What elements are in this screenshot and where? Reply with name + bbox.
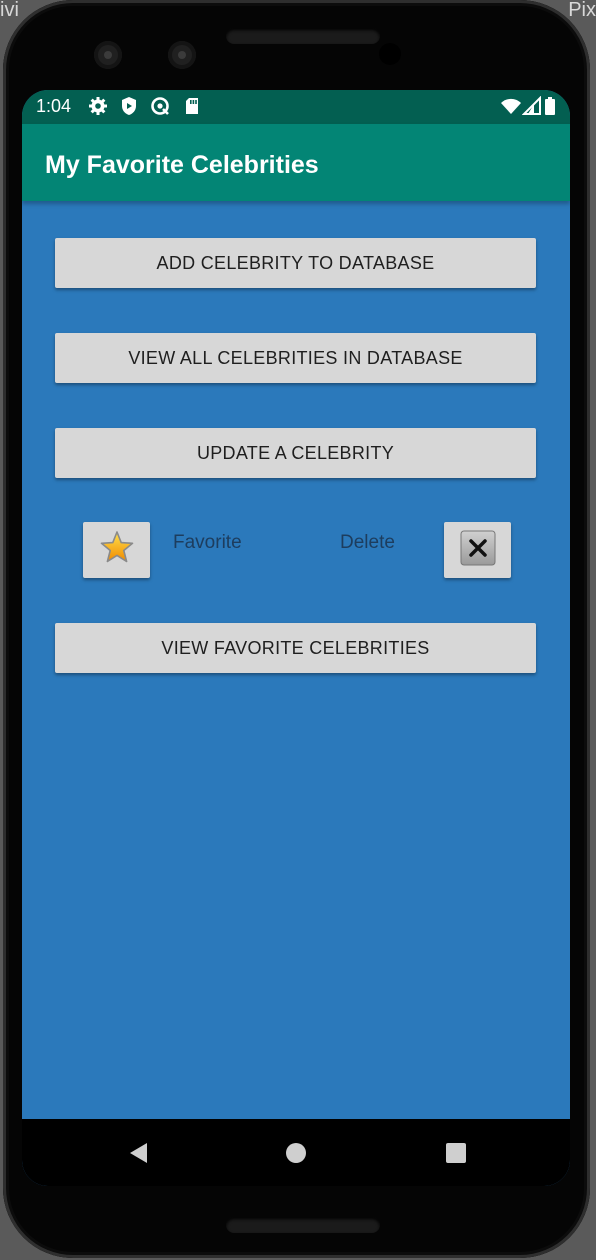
proximity-sensor: [379, 43, 401, 65]
delete-label: Delete: [340, 532, 395, 553]
device-screen: 1:04 My Favorite Celebrities ADD CELEBRI…: [22, 90, 570, 1186]
close-icon: [460, 530, 496, 571]
status-bar: 1:04: [22, 90, 570, 124]
shield-icon: [119, 96, 139, 116]
status-time: 1:04: [36, 96, 72, 116]
background-window-text-right: Pix: [568, 0, 596, 21]
favorite-button[interactable]: [83, 522, 150, 578]
front-camera-right: [168, 41, 196, 69]
earpiece-speaker: [226, 28, 380, 44]
favorite-label: Favorite: [173, 532, 242, 553]
phone-frame: 1:04 My Favorite Celebrities ADD CELEBRI…: [3, 0, 590, 1258]
delete-button[interactable]: [444, 522, 511, 578]
star-icon: [99, 530, 135, 571]
background-window-text-left: ivi: [0, 0, 19, 21]
bottom-speaker: [226, 1217, 380, 1233]
settings-icon: [88, 96, 108, 116]
app-title: My Favorite Celebrities: [45, 151, 319, 179]
app-bar: My Favorite Celebrities: [22, 124, 570, 201]
front-camera-left: [94, 41, 122, 69]
back-icon[interactable]: [127, 1141, 151, 1165]
sync-icon: [150, 96, 170, 116]
update-celebrity-button[interactable]: UPDATE A CELEBRITY: [55, 428, 536, 478]
battery-icon: [544, 96, 556, 116]
add-celebrity-button[interactable]: ADD CELEBRITY TO DATABASE: [55, 238, 536, 288]
wifi-icon: [501, 96, 521, 116]
recents-icon[interactable]: [444, 1141, 468, 1165]
cell-signal-icon: [521, 95, 542, 116]
view-all-celebrities-button[interactable]: VIEW ALL CELEBRITIES IN DATABASE: [55, 333, 536, 383]
view-favorite-celebrities-button[interactable]: VIEW FAVORITE CELEBRITIES: [55, 623, 536, 673]
home-icon[interactable]: [284, 1141, 308, 1165]
sd-card-icon: [182, 96, 202, 116]
navigation-bar: [22, 1119, 570, 1186]
